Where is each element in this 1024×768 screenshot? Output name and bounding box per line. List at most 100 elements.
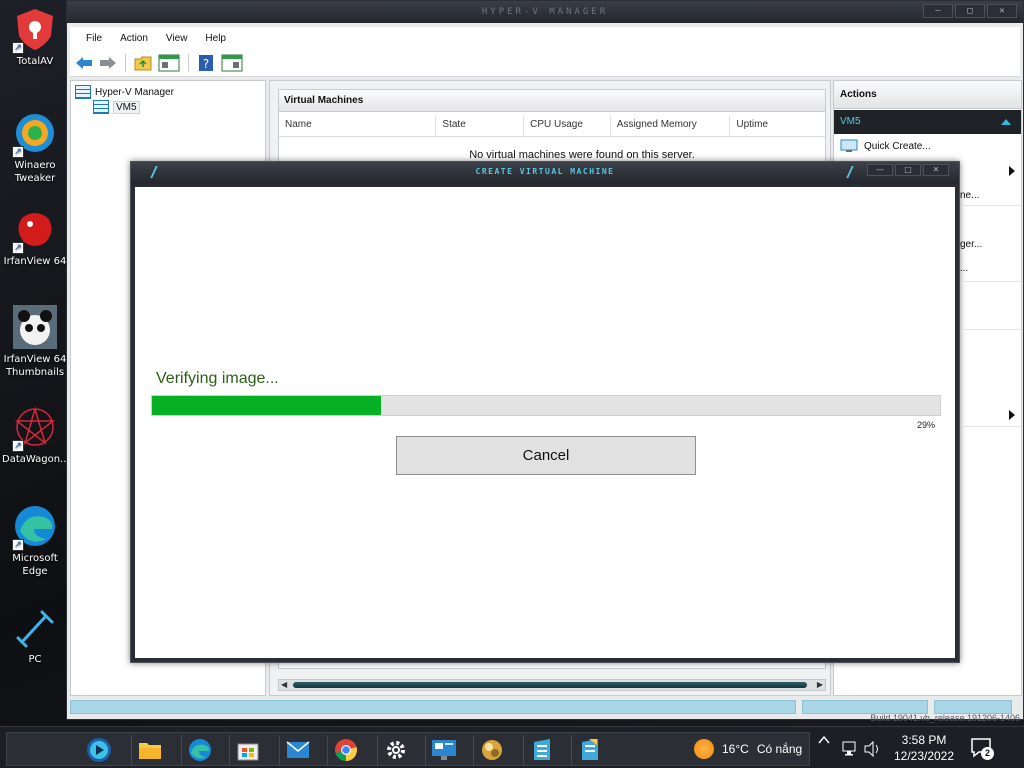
menu-bar: File Action View Help	[70, 27, 1020, 49]
status-segment	[802, 700, 928, 714]
tree-item-hyper-v-manager[interactable]: Hyper-V Manager	[75, 85, 174, 99]
dialog-body: Verifying image... 29% Cancel	[135, 187, 955, 658]
column-header-assigned-memory[interactable]: Assigned Memory	[611, 115, 731, 136]
close-button[interactable]: ✕	[987, 4, 1017, 18]
desktop-icon-label: IrfanView 64	[3, 256, 67, 267]
minimize-button[interactable]: —	[923, 4, 953, 18]
edge-icon[interactable]	[181, 735, 217, 765]
desktop-icon-label: Winaero Tweaker	[14, 160, 56, 184]
sphere-app-icon[interactable]	[473, 735, 509, 765]
network-icon[interactable]	[842, 741, 860, 757]
horizontal-scrollbar[interactable]: ◀ ▶	[278, 679, 826, 691]
collapse-caret-icon[interactable]	[1001, 119, 1011, 125]
dialog-minimize-button[interactable]: —	[867, 164, 893, 176]
hyper-v-manager-icon	[75, 85, 91, 99]
panel-title: Virtual Machines	[279, 90, 825, 112]
scroll-left-icon[interactable]: ◀	[281, 680, 287, 690]
maximize-button[interactable]: □	[955, 4, 985, 18]
toolbar-separator	[188, 53, 189, 72]
dialog-close-button[interactable]: ✕	[923, 164, 949, 176]
desktop-icon-winaero[interactable]: ↗ Winaero Tweaker	[2, 110, 68, 185]
dialog-title: CREATE VIRTUAL MACHINE	[475, 167, 615, 176]
menu-action[interactable]: Action	[112, 31, 156, 46]
status-message: Verifying image...	[156, 370, 279, 387]
window-titlebar[interactable]: HYPER-V MANAGER — □ ✕	[67, 1, 1023, 23]
tree-child-label: VM5	[113, 100, 140, 114]
folder-up-icon[interactable]	[133, 53, 153, 73]
weather-widget[interactable]: 16°C Có nắng	[694, 739, 802, 759]
status-segment	[70, 700, 796, 714]
clock[interactable]: 3:58 PM 12/23/2022	[886, 732, 962, 764]
divider	[964, 205, 1021, 206]
clock-time: 3:58 PM	[901, 733, 947, 747]
scroll-right-icon[interactable]: ▶	[817, 680, 823, 690]
irfanview-thumbnails-icon	[12, 304, 58, 350]
desktop-icon-irfanview-thumbnails[interactable]: IrfanView 64 Thumbnails	[2, 304, 68, 379]
back-arrow-icon[interactable]	[74, 53, 94, 73]
media-player-icon[interactable]	[81, 735, 117, 765]
hyper-v-quick-create-icon[interactable]	[571, 735, 607, 765]
notification-center-icon[interactable]: 2	[970, 737, 994, 760]
desktop-icon-pc[interactable]: PC	[2, 604, 68, 666]
cancel-button[interactable]: Cancel	[396, 436, 696, 475]
menu-help[interactable]: Help	[197, 31, 234, 46]
irfanview-icon: ↗	[12, 206, 58, 254]
sun-icon	[694, 739, 714, 759]
desktop-icon-datawagon[interactable]: ↗ DataWagon...	[2, 404, 70, 466]
chrome-icon[interactable]	[327, 735, 363, 765]
create-virtual-machine-dialog: CREATE VIRTUAL MACHINE — □ ✕ Verifying i…	[130, 161, 960, 663]
scrollbar-thumb[interactable]	[293, 682, 807, 688]
action-quick-create[interactable]: Quick Create...	[834, 139, 1021, 153]
desktop-icon-label: PC	[28, 654, 42, 665]
progress-fill	[152, 396, 381, 415]
settings-gear-icon[interactable]	[377, 735, 413, 765]
toolbar-separator	[125, 53, 126, 72]
pc-icon	[12, 604, 58, 650]
divider	[964, 426, 1021, 427]
column-header-state[interactable]: State	[436, 115, 525, 136]
build-watermark: Build 19041.vb_release.191206-1406	[870, 713, 1020, 723]
column-header-uptime[interactable]: Uptime	[730, 115, 825, 136]
system-tray	[818, 735, 888, 765]
action-partial-label[interactable]: ...	[960, 263, 968, 274]
remote-desktop-icon[interactable]	[425, 735, 461, 765]
actions-section-vm5[interactable]: VM5	[834, 110, 1021, 134]
volume-icon[interactable]	[864, 741, 882, 757]
action-partial-label[interactable]: ger...	[960, 239, 982, 250]
tree-item-vm5[interactable]: VM5	[93, 100, 140, 114]
submenu-arrow-icon[interactable]	[1009, 166, 1015, 176]
weather-temperature: 16°C	[722, 742, 749, 756]
menu-view[interactable]: View	[158, 31, 196, 46]
progress-bar	[151, 395, 941, 416]
desktop-icon-edge[interactable]: ↗ Microsoft Edge	[2, 503, 68, 578]
submenu-arrow-icon[interactable]	[1009, 410, 1015, 420]
divider	[964, 281, 1021, 282]
hyper-v-server-icon[interactable]	[523, 735, 559, 765]
dialog-maximize-button[interactable]: □	[895, 164, 921, 176]
desktop-icon-label: IrfanView 64 Thumbnails	[3, 354, 67, 378]
server-icon	[93, 100, 109, 114]
file-explorer-icon[interactable]	[131, 735, 167, 765]
show-hide-console-tree-icon[interactable]	[157, 53, 181, 73]
column-header-name[interactable]: Name	[279, 115, 437, 136]
desktop-icon-irfanview[interactable]: ↗ IrfanView 64	[2, 206, 68, 268]
action-label: Quick Create...	[864, 140, 931, 152]
show-hidden-icons-chevron-icon[interactable]	[818, 735, 830, 745]
clock-date: 12/23/2022	[893, 749, 955, 763]
forward-arrow-icon[interactable]	[98, 53, 118, 73]
column-header-cpu-usage[interactable]: CPU Usage	[524, 115, 611, 136]
desktop-icon-label: DataWagon...	[2, 454, 70, 465]
dialog-titlebar[interactable]: CREATE VIRTUAL MACHINE — □ ✕	[131, 162, 959, 184]
empty-message: No virtual machines were found on this s…	[469, 149, 695, 161]
weather-condition: Có nắng	[756, 742, 803, 756]
action-partial-label[interactable]: ne...	[960, 190, 979, 201]
microsoft-store-icon[interactable]	[229, 735, 265, 765]
datawagon-icon: ↗	[12, 404, 58, 452]
desktop-icon-label: TotalAV	[16, 56, 54, 67]
mail-icon[interactable]	[279, 735, 315, 765]
show-action-pane-icon[interactable]	[220, 53, 244, 73]
desktop-icon-totalav[interactable]: ↗ TotalAV	[2, 6, 68, 68]
help-icon[interactable]: ?	[196, 53, 216, 73]
taskbar: 16°C Có nắng 3:58 PM 12/23/2022 2	[0, 726, 1024, 768]
menu-file[interactable]: File	[78, 31, 110, 46]
